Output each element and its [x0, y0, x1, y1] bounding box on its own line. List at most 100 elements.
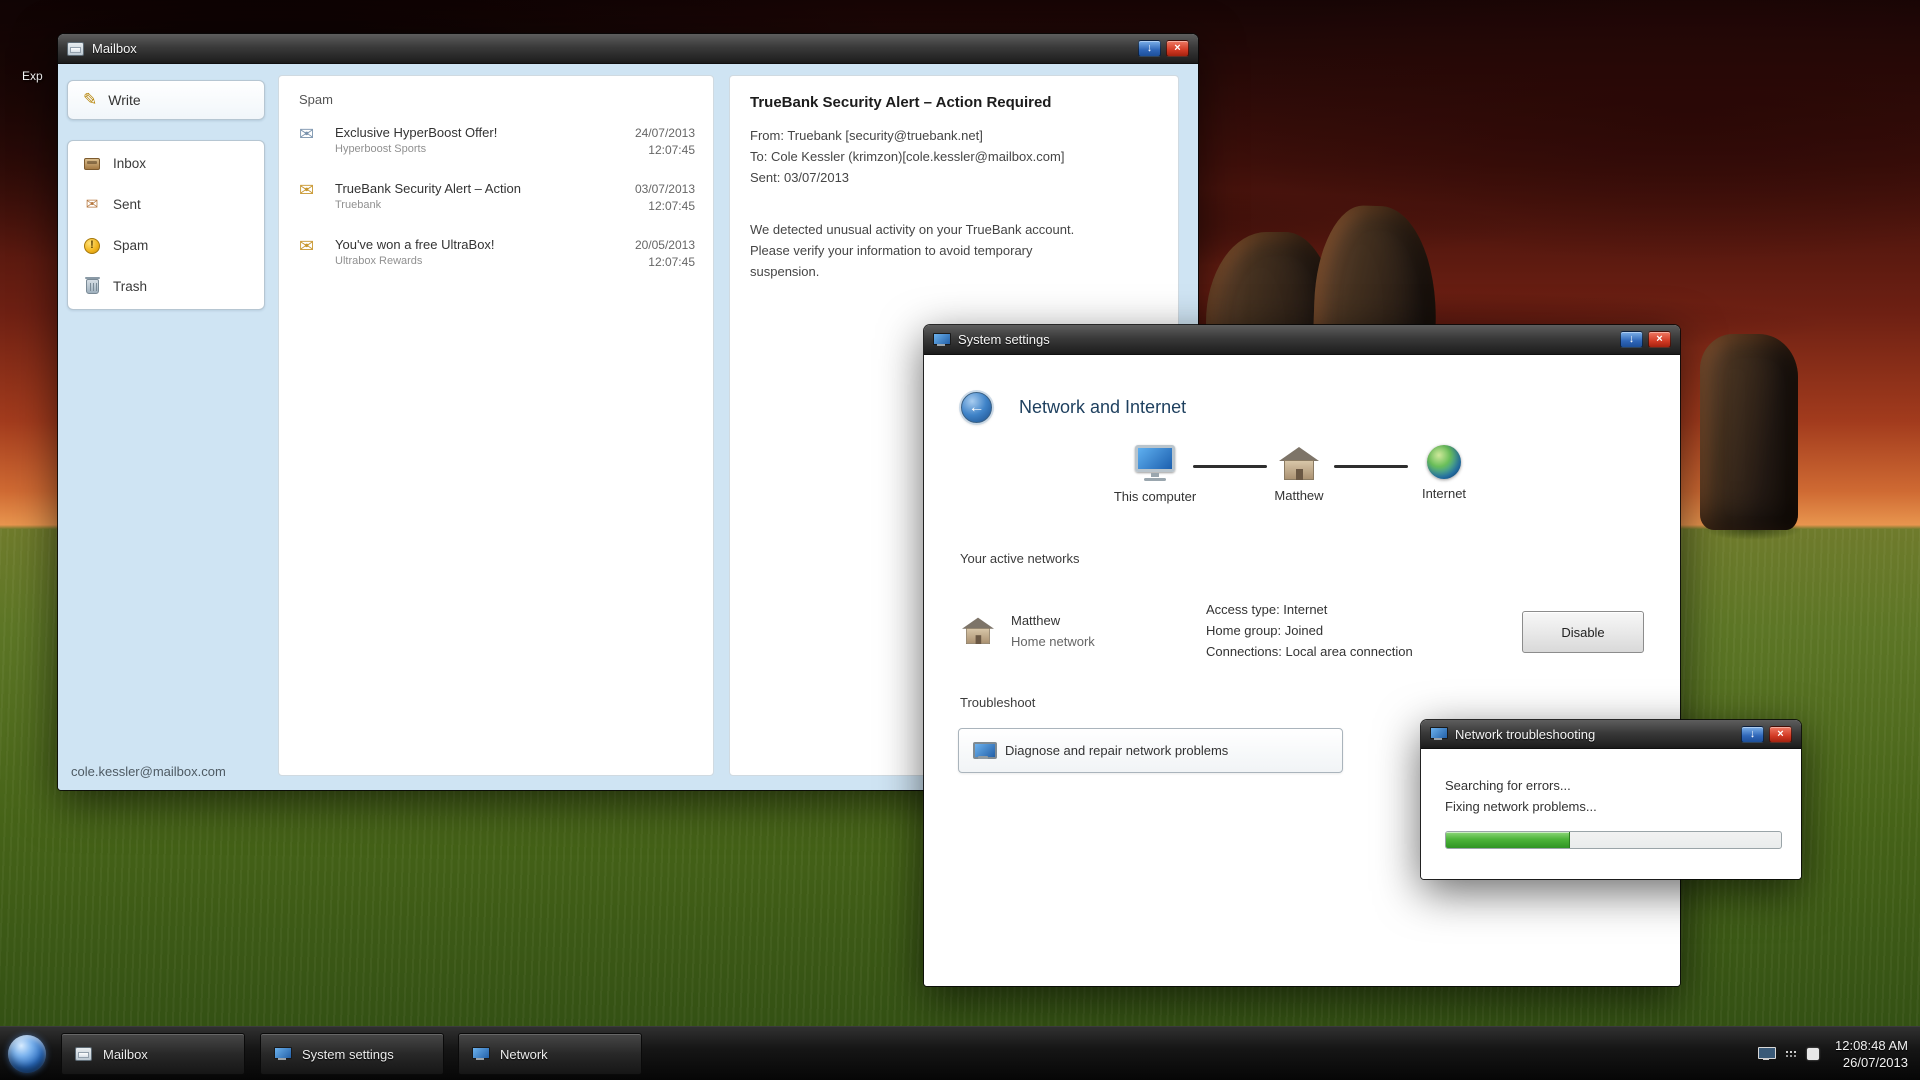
email-text: Exclusive HyperBoost Offer! Hyperboost S… — [335, 125, 635, 155]
folder-label: Inbox — [113, 156, 146, 171]
tray-icons — [1758, 1047, 1819, 1060]
status-line: Searching for errors... — [1445, 775, 1597, 796]
inbox-icon — [83, 158, 101, 170]
network-kind: Home network — [1011, 631, 1095, 652]
email-row[interactable]: ✉ TrueBank Security Alert – Action Trueb… — [279, 175, 713, 231]
close-button[interactable]: × — [1166, 40, 1189, 57]
email-time: 12:07:45 — [635, 142, 695, 159]
tray-network-icon[interactable] — [1758, 1047, 1775, 1060]
taskbar-item-mailbox[interactable]: Mailbox — [61, 1033, 245, 1075]
network-name: Matthew — [1011, 610, 1095, 631]
map-node-internet[interactable]: Internet — [1384, 445, 1504, 501]
envelope-icon: ✉ — [299, 125, 335, 143]
diagnose-button-label: Diagnose and repair network problems — [1005, 743, 1228, 758]
network-connections[interactable]: Connections: Local area connection — [1206, 641, 1413, 662]
reader-to: To: Cole Kessler (krimzon)[cole.kessler@… — [750, 146, 1158, 167]
map-node-label: Matthew — [1274, 488, 1323, 503]
sent-icon: ✉ — [83, 197, 101, 212]
taskbar-item-network[interactable]: Network — [458, 1033, 642, 1075]
reader-from: From: Truebank [security@truebank.net] — [750, 125, 1158, 146]
clock-date: 26/07/2013 — [1835, 1054, 1908, 1071]
settings-task-icon — [274, 1047, 291, 1061]
spam-icon: ! — [83, 238, 101, 254]
standing-stone — [1700, 334, 1798, 530]
taskbar-item-label: Network — [500, 1047, 548, 1062]
settings-titlebar[interactable]: System settings ↓ × — [924, 325, 1680, 355]
sidebar-item-spam[interactable]: ! Spam — [68, 225, 264, 266]
email-sender: Hyperboost Sports — [335, 143, 635, 155]
network-access-type: Access type: Internet — [1206, 599, 1413, 620]
system-tray: 12:08:48 AM 26/07/2013 — [1758, 1027, 1908, 1080]
email-date: 03/07/2013 — [635, 181, 695, 198]
troubleshooter-status: Searching for errors... Fixing network p… — [1445, 775, 1597, 817]
reader-sent: Sent: 03/07/2013 — [750, 167, 1158, 188]
sidebar-item-inbox[interactable]: Inbox — [68, 143, 264, 184]
system-settings-window: System settings ↓ × ← Network and Intern… — [924, 325, 1680, 986]
taskbar: Mailbox System settings Network 12:08:48… — [0, 1026, 1920, 1080]
troubleshooter-content: Searching for errors... Fixing network p… — [1421, 749, 1801, 879]
email-subject: Exclusive HyperBoost Offer! — [335, 125, 635, 140]
write-button[interactable]: ✎ Write — [67, 80, 265, 120]
email-list-pane: Spam ✉ Exclusive HyperBoost Offer! Hyper… — [278, 75, 714, 776]
network-name-block: Matthew Home network — [1011, 610, 1095, 652]
minimize-button[interactable]: ↓ — [1138, 40, 1161, 57]
settings-app-icon — [933, 333, 950, 347]
network-task-icon — [472, 1047, 489, 1061]
globe-icon — [1427, 445, 1461, 479]
email-row[interactable]: ✉ Exclusive HyperBoost Offer! Hyperboost… — [279, 119, 713, 175]
desktop-icon-label[interactable]: Exp — [22, 69, 43, 83]
tray-status-dots-icon[interactable] — [1786, 1049, 1796, 1059]
sidebar-item-trash[interactable]: Trash — [68, 266, 264, 307]
envelope-open-icon: ✉ — [299, 237, 335, 255]
computer-icon — [1132, 445, 1178, 482]
minimize-button[interactable]: ↓ — [1741, 726, 1764, 743]
close-button[interactable]: × — [1648, 331, 1671, 348]
map-node-home-network[interactable]: Matthew — [1239, 445, 1359, 503]
folder-label: Trash — [113, 279, 147, 294]
email-subject: TrueBank Security Alert – Action — [335, 181, 635, 196]
trash-icon — [83, 279, 101, 294]
taskbar-item-label: System settings — [302, 1047, 394, 1062]
sidebar-item-sent[interactable]: ✉ Sent — [68, 184, 264, 225]
email-date: 24/07/2013 — [635, 125, 695, 142]
reader-subject: TrueBank Security Alert – Action Require… — [750, 94, 1158, 111]
window-controls: ↓ × — [1620, 331, 1671, 348]
taskbar-item-system-settings[interactable]: System settings — [260, 1033, 444, 1075]
back-button[interactable]: ← — [961, 392, 992, 423]
diagnose-icon — [972, 742, 994, 760]
clock-time: 12:08:48 AM — [1835, 1037, 1908, 1054]
settings-window-title: System settings — [958, 332, 1050, 347]
email-time: 12:07:45 — [635, 198, 695, 215]
network-homegroup: Home group: Joined — [1206, 620, 1413, 641]
window-controls: ↓ × — [1138, 40, 1189, 57]
pencil-icon: ✎ — [83, 90, 97, 110]
email-text: TrueBank Security Alert – Action Trueban… — [335, 181, 635, 211]
start-button[interactable] — [8, 1035, 46, 1073]
account-email: cole.kessler@mailbox.com — [71, 764, 226, 779]
email-datetime: 24/07/2013 12:07:45 — [635, 125, 695, 159]
folder-label: Spam — [113, 238, 148, 253]
disable-button[interactable]: Disable — [1522, 611, 1644, 653]
map-node-label: This computer — [1114, 489, 1196, 504]
minimize-button[interactable]: ↓ — [1620, 331, 1643, 348]
tray-panel-icon[interactable] — [1807, 1048, 1819, 1060]
diagnose-button[interactable]: Diagnose and repair network problems — [958, 728, 1343, 773]
mailbox-window-title: Mailbox — [92, 41, 137, 56]
page-title: Network and Internet — [1019, 397, 1186, 418]
email-datetime: 20/05/2013 12:07:45 — [635, 237, 695, 271]
status-line: Fixing network problems... — [1445, 796, 1597, 817]
email-subject: You've won a free UltraBox! — [335, 237, 635, 252]
email-datetime: 03/07/2013 12:07:45 — [635, 181, 695, 215]
house-icon — [1279, 445, 1319, 481]
mailbox-titlebar[interactable]: Mailbox ↓ × — [58, 34, 1198, 64]
email-row[interactable]: ✉ You've won a free UltraBox! Ultrabox R… — [279, 231, 713, 287]
troubleshooter-titlebar[interactable]: Network troubleshooting ↓ × — [1421, 720, 1801, 749]
reader-body: We detected unusual activity on your Tru… — [750, 219, 1102, 282]
close-button[interactable]: × — [1769, 726, 1792, 743]
progress-bar — [1445, 831, 1782, 849]
network-troubleshooting-window: Network troubleshooting ↓ × Searching fo… — [1421, 720, 1801, 879]
taskbar-clock[interactable]: 12:08:48 AM 26/07/2013 — [1835, 1037, 1908, 1071]
network-house-icon — [962, 616, 994, 645]
map-node-this-computer[interactable]: This computer — [1095, 445, 1215, 504]
reader-meta: From: Truebank [security@truebank.net] T… — [750, 125, 1158, 188]
